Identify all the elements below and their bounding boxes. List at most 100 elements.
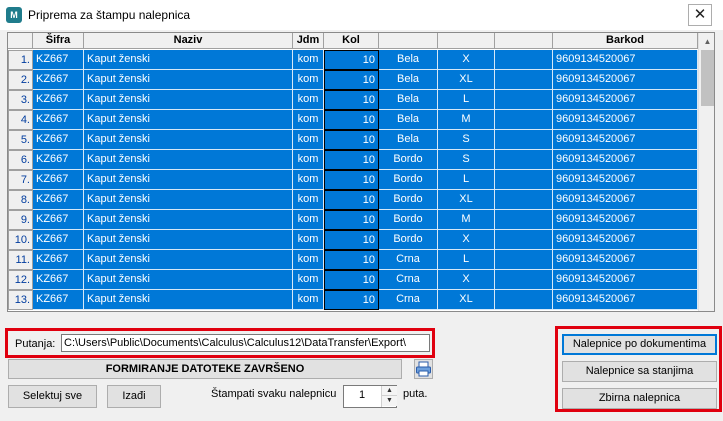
cell-barkod: 9609134520067: [553, 190, 698, 210]
cell-barkod: 9609134520067: [553, 70, 698, 90]
print-button[interactable]: [414, 359, 433, 379]
column-header-velicina[interactable]: [438, 33, 495, 49]
copies-value[interactable]: 1: [344, 389, 380, 401]
cell-sifra: KZ667: [33, 110, 84, 130]
cell-extra: [495, 290, 553, 310]
cell-naziv: Kaput ženski: [84, 150, 293, 170]
table-row[interactable]: 13. KZ667 Kaput ženski kom 10 Crna XL 960913452…: [8, 290, 698, 310]
cell-row-number[interactable]: 13.: [8, 290, 33, 310]
cell-naziv: Kaput ženski: [84, 250, 293, 270]
table-row[interactable]: 12. KZ667 Kaput ženski kom 10 Crna X 9609134520…: [8, 270, 698, 290]
table-row[interactable]: 1. KZ667 Kaput ženski kom 10 Bela X 96091345200…: [8, 50, 698, 70]
cell-barkod: 9609134520067: [553, 170, 698, 190]
column-header-naziv[interactable]: Naziv: [84, 33, 293, 49]
cell-jdm: kom: [293, 130, 324, 150]
cell-kol: 10: [324, 70, 379, 90]
cell-extra: [495, 190, 553, 210]
cell-barkod: 9609134520067: [553, 130, 698, 150]
cell-sifra: KZ667: [33, 50, 84, 70]
cell-row-number[interactable]: 10.: [8, 230, 33, 250]
cell-boja: Crna: [379, 290, 438, 310]
cell-row-number[interactable]: 9.: [8, 210, 33, 230]
table-row[interactable]: 11. KZ667 Kaput ženski kom 10 Crna L 9609134520…: [8, 250, 698, 270]
path-input[interactable]: C:\Users\Public\Documents\Calculus\Calcu…: [61, 334, 430, 352]
column-header-sifra[interactable]: Šifra: [33, 33, 84, 49]
table-row[interactable]: 4. KZ667 Kaput ženski kom 10 Bela M 96091345200…: [8, 110, 698, 130]
cell-extra: [495, 250, 553, 270]
table-row[interactable]: 2. KZ667 Kaput ženski kom 10 Bela XL 9609134520…: [8, 70, 698, 90]
cell-sifra: KZ667: [33, 270, 84, 290]
app-icon: M: [6, 7, 22, 23]
table-row[interactable]: 10. KZ667 Kaput ženski kom 10 Bordo X 960913452…: [8, 230, 698, 250]
table-row[interactable]: 3. KZ667 Kaput ženski kom 10 Bela L 96091345200…: [8, 90, 698, 110]
select-all-button[interactable]: Selektuj sve: [8, 385, 97, 408]
cell-velicina: L: [438, 250, 495, 270]
labels-grid[interactable]: Šifra Naziv Jdm Kol Barkod 1. KZ667 Kaput žens…: [7, 32, 715, 312]
spin-down-icon[interactable]: ▼: [382, 396, 397, 406]
cell-row-number[interactable]: 12.: [8, 270, 33, 290]
close-button[interactable]: ✕: [688, 4, 712, 26]
cell-row-number[interactable]: 2.: [8, 70, 33, 90]
column-header-jdm[interactable]: Jdm: [293, 33, 324, 49]
cell-boja: Bela: [379, 70, 438, 90]
table-row[interactable]: 7. KZ667 Kaput ženski kom 10 Bordo L 9609134520…: [8, 170, 698, 190]
labels-by-documents-button[interactable]: Nalepnice po dokumentima: [562, 334, 717, 355]
cell-row-number[interactable]: 1.: [8, 50, 33, 70]
table-row[interactable]: 9. KZ667 Kaput ženski kom 10 Bordo M 9609134520…: [8, 210, 698, 230]
cell-boja: Bordo: [379, 210, 438, 230]
summary-label-button[interactable]: Zbirna nalepnica: [562, 388, 717, 409]
cell-row-number[interactable]: 7.: [8, 170, 33, 190]
cell-row-number[interactable]: 3.: [8, 90, 33, 110]
cell-row-number[interactable]: 11.: [8, 250, 33, 270]
cell-kol: 10: [324, 270, 379, 290]
copies-spinner[interactable]: 1 ▲ ▼: [343, 385, 397, 408]
scroll-up-arrow-icon[interactable]: ▲: [699, 33, 714, 50]
cell-sifra: KZ667: [33, 250, 84, 270]
cell-barkod: 9609134520067: [553, 230, 698, 250]
vertical-scrollbar[interactable]: ▲: [698, 33, 714, 311]
scroll-thumb[interactable]: [701, 50, 714, 106]
cell-boja: Bordo: [379, 150, 438, 170]
cell-row-number[interactable]: 6.: [8, 150, 33, 170]
column-header-row-number[interactable]: [8, 33, 33, 49]
cell-extra: [495, 150, 553, 170]
cell-naziv: Kaput ženski: [84, 110, 293, 130]
times-label: puta.: [403, 388, 428, 400]
cell-sifra: KZ667: [33, 190, 84, 210]
cell-velicina: M: [438, 210, 495, 230]
cell-boja: Bordo: [379, 190, 438, 210]
cell-naziv: Kaput ženski: [84, 170, 293, 190]
cell-barkod: 9609134520067: [553, 250, 698, 270]
formiranje-datoteke-button[interactable]: FORMIRANJE DATOTEKE ZAVRŠENO: [8, 359, 402, 379]
spin-up-icon[interactable]: ▲: [382, 386, 397, 396]
cell-row-number[interactable]: 4.: [8, 110, 33, 130]
column-header-barkod[interactable]: Barkod: [553, 33, 698, 49]
cell-barkod: 9609134520067: [553, 290, 698, 310]
labels-with-stock-button[interactable]: Nalepnice sa stanjima: [562, 361, 717, 382]
cell-sifra: KZ667: [33, 90, 84, 110]
cell-naziv: Kaput ženski: [84, 90, 293, 110]
cell-sifra: KZ667: [33, 70, 84, 90]
cell-naziv: Kaput ženski: [84, 290, 293, 310]
cell-extra: [495, 50, 553, 70]
exit-button[interactable]: Izađi: [107, 385, 161, 408]
cell-jdm: kom: [293, 250, 324, 270]
cell-boja: Crna: [379, 270, 438, 290]
cell-velicina: XL: [438, 290, 495, 310]
cell-jdm: kom: [293, 50, 324, 70]
cell-jdm: kom: [293, 70, 324, 90]
cell-velicina: X: [438, 270, 495, 290]
cell-sifra: KZ667: [33, 230, 84, 250]
column-header-boja[interactable]: [379, 33, 438, 49]
table-row[interactable]: 5. KZ667 Kaput ženski kom 10 Bela S 96091345200…: [8, 130, 698, 150]
cell-velicina: L: [438, 90, 495, 110]
table-row[interactable]: 8. KZ667 Kaput ženski kom 10 Bordo XL 960913452…: [8, 190, 698, 210]
cell-row-number[interactable]: 8.: [8, 190, 33, 210]
table-row[interactable]: 6. KZ667 Kaput ženski kom 10 Bordo S 9609134520…: [8, 150, 698, 170]
column-header-kol[interactable]: Kol: [324, 33, 379, 49]
cell-extra: [495, 70, 553, 90]
cell-row-number[interactable]: 5.: [8, 130, 33, 150]
cell-velicina: X: [438, 50, 495, 70]
cell-kol: 10: [324, 170, 379, 190]
column-header-extra[interactable]: [495, 33, 553, 49]
